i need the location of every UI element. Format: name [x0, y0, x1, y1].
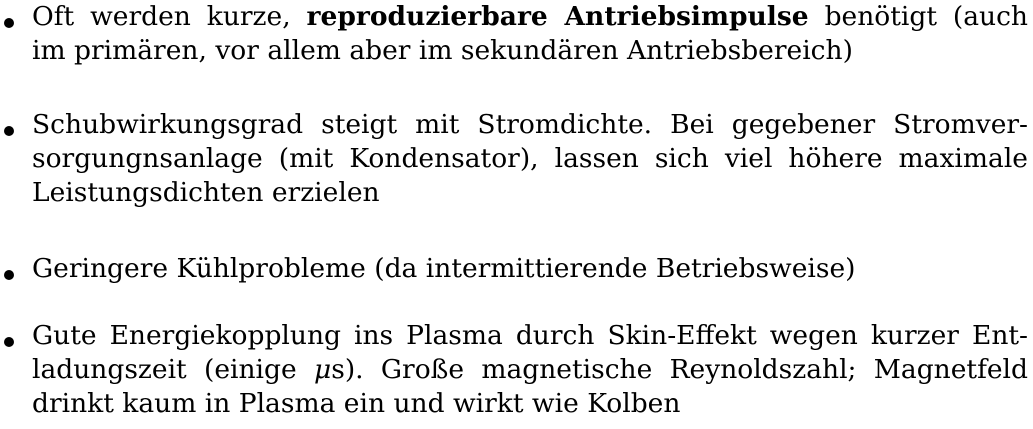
mu-symbol: μ — [313, 354, 332, 385]
bullet-2-line-3: Leistungsdichten erzielen — [32, 177, 380, 208]
bullet-list-page: Oft werden kurze, reproduzierbare Antrie… — [0, 0, 1033, 429]
bullet-1-line-1: Oft werden kurze, reproduzierbare Antrie… — [32, 0, 1028, 34]
bullet-2-line-2: sorgungnsanlage (mit Kondensator), lasse… — [32, 143, 1028, 174]
bullet-1-bold-phrase: reproduzierbare Antriebsimpulse — [306, 1, 809, 32]
bullet-4-line-1: Gute Energiekopplung ins Plasma durch Sk… — [32, 320, 1028, 351]
bullet-dot-icon — [4, 337, 14, 347]
bullet-4-line-2-tail: s). Große magnetische Reynoldszahl; Magn… — [331, 354, 1028, 385]
bullet-3-line-1: Geringere Kühlprobleme (da intermittiere… — [32, 253, 856, 284]
bullet-2-line-1: Schubwirkungsgrad steigt mit Stromdichte… — [32, 109, 1028, 140]
bullet-4-line-2: ladungszeit (einige μs). Große magnetisc… — [32, 353, 1028, 387]
bullet-1-line-2: im primären, vor allem aber im sekundäre… — [32, 35, 853, 66]
bullet-dot-icon — [4, 126, 14, 136]
bullet-dot-icon — [4, 270, 14, 280]
bullet-4-line-3: drinkt kaum in Plasma ein und wirkt wie … — [32, 388, 681, 419]
bullet-4-line-2-text: ladungszeit (einige — [32, 354, 314, 385]
bullet-1-line-1-tail: benötigt (auch — [808, 1, 1028, 32]
bullet-1-line-1-text: Oft werden kurze, — [32, 1, 307, 32]
bullet-dot-icon — [4, 18, 14, 28]
